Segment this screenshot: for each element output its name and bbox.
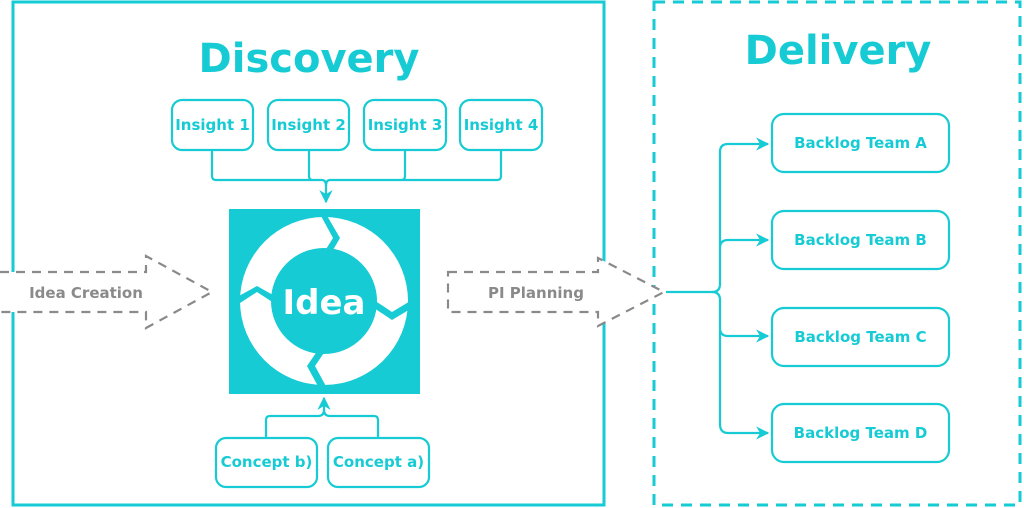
pi-planning-arrow: PI Planning — [446, 256, 667, 328]
insight-label: Insight 1 — [175, 116, 250, 134]
concept-box-b[interactable]: Concept b) — [214, 436, 319, 489]
backlog-team-a[interactable]: Backlog Team A — [770, 112, 951, 174]
concept-box-a[interactable]: Concept a) — [326, 436, 431, 489]
insight-label: Insight 4 — [464, 116, 539, 134]
idea-creation-label: Idea Creation — [29, 284, 143, 302]
insight-merge — [324, 178, 331, 187]
connector-team-d — [718, 330, 770, 440]
idea-label: Idea — [283, 283, 366, 323]
connector-team-a — [666, 137, 770, 294]
backlog-label: Backlog Team C — [794, 328, 926, 346]
connector-team-c — [711, 290, 770, 343]
insight-box-4[interactable]: Insight 4 — [458, 98, 544, 152]
pi-planning-label: PI Planning — [488, 284, 584, 302]
diagram-canvas: Discovery Delivery Insight 1 Insight 2 I… — [0, 0, 1022, 507]
delivery-title: Delivery — [745, 28, 932, 74]
backlog-label: Backlog Team D — [794, 424, 928, 442]
insight-box-2[interactable]: Insight 2 — [266, 98, 351, 152]
discovery-title: Discovery — [199, 36, 420, 82]
insight-connectors — [210, 150, 503, 182]
backlog-label: Backlog Team B — [794, 231, 927, 249]
insight-box-3[interactable]: Insight 3 — [362, 98, 448, 152]
concept-b-connector — [264, 396, 331, 438]
idea-cycle[interactable]: Idea — [229, 209, 420, 394]
insight-box-1[interactable]: Insight 1 — [170, 98, 255, 152]
concept-label: Concept a) — [333, 453, 424, 471]
insight-label: Insight 3 — [368, 116, 443, 134]
concept-label: Concept b) — [221, 453, 313, 471]
connector-team-b — [718, 233, 770, 249]
concept-a-connector — [322, 409, 380, 438]
idea-creation-arrow: Idea Creation — [0, 254, 215, 330]
backlog-team-c[interactable]: Backlog Team C — [770, 306, 951, 368]
backlog-team-b[interactable]: Backlog Team B — [770, 209, 951, 271]
backlog-label: Backlog Team A — [794, 134, 927, 152]
backlog-team-d[interactable]: Backlog Team D — [770, 402, 951, 464]
insight-label: Insight 2 — [271, 116, 346, 134]
